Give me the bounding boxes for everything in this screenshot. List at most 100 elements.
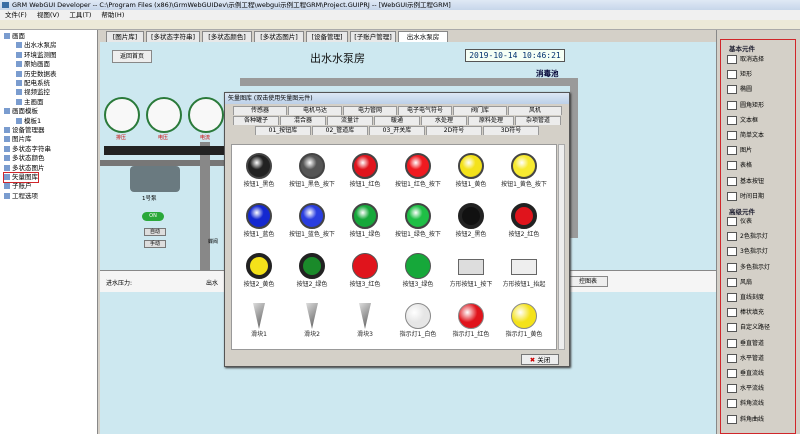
symbol-scrollbar[interactable]	[558, 144, 565, 350]
palette-item[interactable]: 仪表	[727, 216, 795, 227]
dialog-tab[interactable]: 原料处理	[468, 116, 514, 125]
symbol-item[interactable]: 按钮1_黑色_按下	[289, 147, 335, 201]
palette-item[interactable]: 表格	[727, 160, 795, 171]
dialog-tab[interactable]: 电子电气符号	[398, 106, 452, 115]
dialog-tab[interactable]: 03_开关库	[369, 126, 425, 135]
dialog-tab[interactable]: 传感器	[233, 106, 287, 115]
palette-item[interactable]: 2色指示灯	[727, 231, 795, 242]
dialog-tab[interactable]: 各种罐子	[233, 116, 279, 125]
symbol-item[interactable]: 按钮1_黄色_按下	[501, 147, 547, 201]
symbol-item[interactable]: 按钮3_绿色	[395, 247, 441, 301]
close-button[interactable]: ✖ 关闭	[521, 354, 559, 365]
symbol-item[interactable]: 按钮1_红色	[342, 147, 388, 201]
palette-item[interactable]: 矩形	[727, 69, 795, 80]
dialog-tab[interactable]: 杂项管道	[515, 116, 561, 125]
dialog-tab[interactable]: 电力管网	[343, 106, 397, 115]
tab-3[interactable]: [多状态图片]	[254, 31, 304, 42]
tree-item[interactable]: 画面	[4, 32, 25, 41]
auto-button[interactable]: 自动	[144, 228, 166, 236]
palette-item[interactable]: 风扇	[727, 277, 795, 288]
tab-2[interactable]: [多状态颜色]	[202, 31, 252, 42]
tree-item[interactable]: 出水水泵房	[16, 41, 57, 50]
symbol-item[interactable]: 按钮1_黑色	[236, 147, 282, 201]
palette-item[interactable]: 图片	[727, 145, 795, 156]
tree-item[interactable]: 环境监测图	[16, 51, 57, 60]
symbol-item[interactable]: 按钮1_红色_按下	[395, 147, 441, 201]
chart-button[interactable]: 控图表	[568, 276, 608, 287]
tree-item[interactable]: 设备管理器	[4, 126, 45, 135]
symbol-item[interactable]: 滑块1	[236, 297, 282, 349]
dialog-tab[interactable]: 01_按钮库	[255, 126, 311, 135]
symbol-item[interactable]: 滑块2	[289, 297, 335, 349]
tree-item[interactable]: 工程选项	[4, 192, 38, 201]
palette-item[interactable]: 直线刻度	[727, 292, 795, 303]
tree-item[interactable]: 画面模板	[4, 107, 38, 116]
tree-item[interactable]: 历史数据表	[16, 70, 57, 79]
tree-item[interactable]: 多状态颜色	[4, 154, 45, 163]
palette-item[interactable]: 水平管道	[727, 353, 795, 364]
symbol-item[interactable]: 指示灯1_黄色	[501, 297, 547, 349]
palette-item[interactable]: 圆角矩形	[727, 100, 795, 111]
tree-item[interactable]: 模板1	[16, 117, 41, 126]
symbol-item[interactable]: 指示灯1_红色	[448, 297, 494, 349]
dialog-tab[interactable]: 02_管道库	[312, 126, 368, 135]
symbol-item[interactable]: 按钮1_黄色	[448, 147, 494, 201]
tab-6[interactable]: 出水水泵房	[398, 31, 448, 42]
menu-tools[interactable]: 工具(T)	[64, 10, 96, 20]
tree-item[interactable]: 图片库	[4, 135, 32, 144]
tab-0[interactable]: [图片库]	[106, 31, 144, 42]
dialog-tab[interactable]: 电机马达	[288, 106, 342, 115]
palette-item[interactable]: 斜角流线	[727, 398, 795, 409]
tree-item[interactable]: 多状态图片	[4, 164, 45, 173]
symbol-item[interactable]: 按钮2_绿色	[289, 247, 335, 301]
palette-item[interactable]: 椭圆	[727, 84, 795, 95]
dialog-tab[interactable]: 3D符号	[483, 126, 539, 135]
palette-item[interactable]: 简单文本	[727, 130, 795, 141]
palette-item[interactable]: 垂直管道	[727, 338, 795, 349]
home-button[interactable]: 返回首页	[112, 50, 152, 63]
symbol-item[interactable]: 按钮3_红色	[342, 247, 388, 301]
tab-1[interactable]: [多状态字符串]	[146, 31, 200, 42]
symbol-item[interactable]: 滑块3	[342, 297, 388, 349]
manual-button[interactable]: 手动	[144, 240, 166, 248]
palette-item[interactable]: 多色指示灯	[727, 262, 795, 273]
dialog-tab[interactable]: 2D符号	[426, 126, 482, 135]
palette-item[interactable]: 自定义路径	[727, 322, 795, 333]
symbol-item[interactable]: 按钮1_绿色	[342, 197, 388, 251]
symbol-item[interactable]: 方形按钮1_按下	[448, 247, 494, 301]
symbol-item[interactable]: 按钮1_蓝色	[236, 197, 282, 251]
palette-item[interactable]: 棒状填充	[727, 307, 795, 318]
palette-item[interactable]: 斜角曲线	[727, 414, 795, 425]
tree-item[interactable]: 子账户	[4, 182, 32, 191]
tree-item[interactable]: 矢量图库	[3, 172, 39, 183]
palette-item[interactable]: 3色指示灯	[727, 246, 795, 257]
symbol-item[interactable]: 按钮2_红色	[501, 197, 547, 251]
tree-item[interactable]: 多状态字符串	[4, 145, 51, 154]
tree-item[interactable]: 配电系统	[16, 79, 50, 88]
pump-switch[interactable]: ON	[142, 212, 164, 221]
dialog-tab[interactable]: 水处理	[421, 116, 467, 125]
palette-item[interactable]: 取消选择	[727, 54, 795, 65]
symbol-item[interactable]: 按钮2_黄色	[236, 247, 282, 301]
tree-item[interactable]: 原始画面	[16, 60, 50, 69]
palette-item[interactable]: 水平流线	[727, 383, 795, 394]
dialog-tab[interactable]: 流量计	[327, 116, 373, 125]
menu-view[interactable]: 视图(V)	[32, 10, 65, 20]
tree-item[interactable]: 主画面	[16, 98, 44, 107]
dialog-tab[interactable]: 阀门库	[453, 106, 507, 115]
tab-5[interactable]: [子账户管理]	[350, 31, 396, 42]
symbol-item[interactable]: 指示灯1_白色	[395, 297, 441, 349]
tree-item[interactable]: 视频监控	[16, 88, 50, 97]
dialog-tab[interactable]: 暖通	[374, 116, 420, 125]
menu-help[interactable]: 帮助(H)	[96, 10, 129, 20]
dialog-tab[interactable]: 风机	[508, 106, 562, 115]
symbol-item[interactable]: 按钮1_蓝色_按下	[289, 197, 335, 251]
dialog-tab[interactable]: 混合器	[280, 116, 326, 125]
symbol-item[interactable]: 方形按钮1_抬起	[501, 247, 547, 301]
palette-item[interactable]: 时间日期	[727, 191, 795, 202]
palette-item[interactable]: 垂直流线	[727, 368, 795, 379]
palette-item[interactable]: 基本按钮	[727, 176, 795, 187]
symbol-item[interactable]: 按钮1_绿色_按下	[395, 197, 441, 251]
tab-4[interactable]: [设备管理]	[306, 31, 348, 42]
symbol-item[interactable]: 按钮2_黑色	[448, 197, 494, 251]
